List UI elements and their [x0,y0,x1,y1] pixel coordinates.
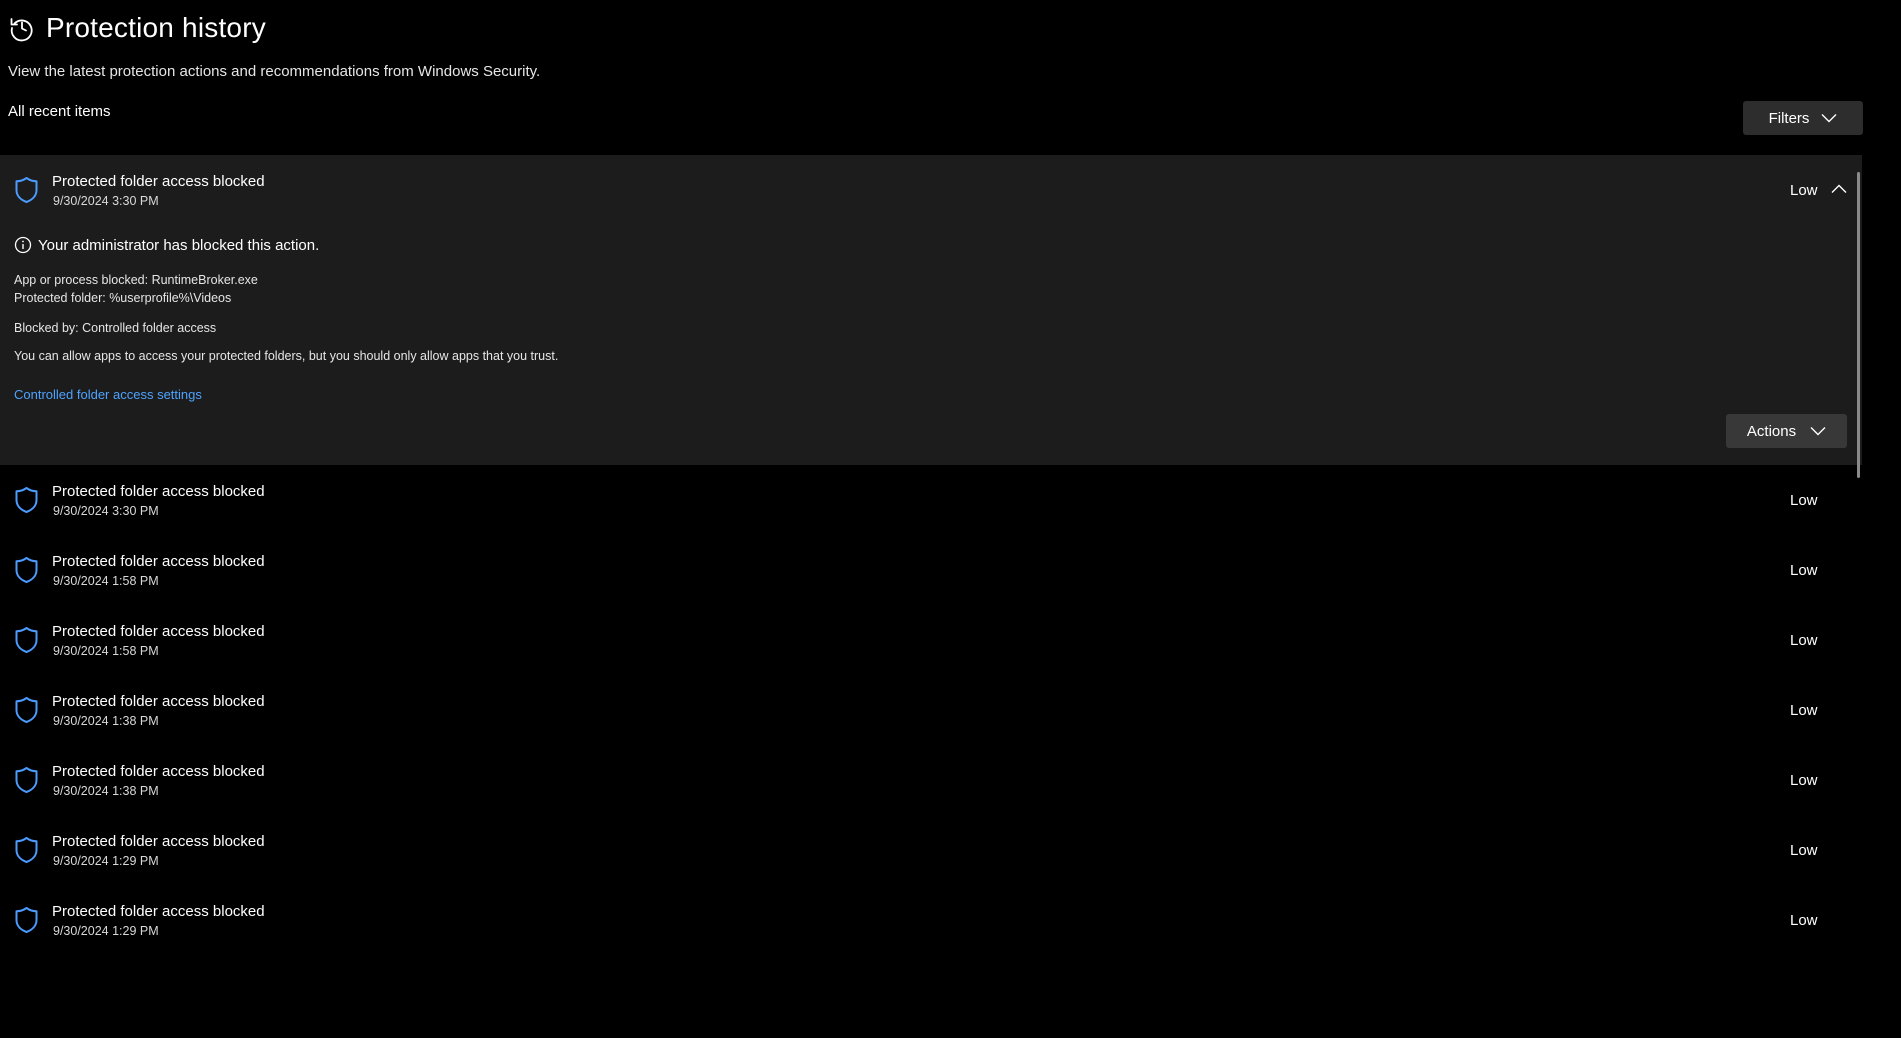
history-list: Protected folder access blocked 9/30/202… [0,155,1862,955]
history-item[interactable]: Protected folder access blocked 9/30/202… [0,535,1862,605]
item-date: 9/30/2024 1:38 PM [53,784,159,798]
app-blocked-line: App or process blocked: RuntimeBroker.ex… [14,273,258,287]
item-date: 9/30/2024 1:58 PM [53,574,159,588]
page-subtitle: View the latest protection actions and r… [8,63,541,80]
expanded-history-item: Protected folder access blocked 9/30/202… [0,155,1862,465]
shield-icon [15,557,38,583]
severity-label: Low [1790,912,1818,929]
section-label: All recent items [8,103,111,120]
item-date: 9/30/2024 1:29 PM [53,924,159,938]
severity-label: Low [1790,492,1818,509]
history-icon [10,18,33,42]
severity-label: Low [1790,182,1818,199]
severity-label: Low [1790,842,1818,859]
shield-icon [15,907,38,933]
item-date: 9/30/2024 3:30 PM [53,504,159,518]
item-date: 9/30/2024 1:29 PM [53,854,159,868]
shield-icon [15,837,38,863]
history-item[interactable]: Protected folder access blocked 9/30/202… [0,465,1862,535]
admin-notice-text: Your administrator has blocked this acti… [38,236,320,254]
item-title: Protected folder access blocked [52,623,265,640]
item-date: 9/30/2024 1:38 PM [53,714,159,728]
item-title: Protected folder access blocked [52,763,265,780]
page-title: Protection history [46,12,266,43]
blocked-by-line: Blocked by: Controlled folder access [14,321,217,335]
shield-icon [15,697,38,723]
filters-button[interactable]: Filters [1743,101,1863,135]
item-date: 9/30/2024 3:30 PM [53,194,159,208]
history-item[interactable]: Protected folder access blocked 9/30/202… [0,605,1862,675]
severity-label: Low [1790,702,1818,719]
chevron-down-icon [1821,114,1837,123]
shield-icon [15,177,38,203]
history-item[interactable]: Protected folder access blocked 9/30/202… [0,815,1862,885]
history-item[interactable]: Protected folder access blocked 9/30/202… [0,885,1862,955]
actions-button-label: Actions [1746,422,1797,440]
protected-folder-line: Protected folder: %userprofile%\Videos [14,291,232,305]
actions-button[interactable]: Actions [1726,414,1847,448]
history-item-header[interactable]: Protected folder access blocked 9/30/202… [0,155,1862,225]
item-title: Protected folder access blocked [52,833,265,850]
item-title: Protected folder access blocked [52,903,265,920]
history-item[interactable]: Protected folder access blocked 9/30/202… [0,675,1862,745]
item-title: Protected folder access blocked [52,693,265,710]
item-title: Protected folder access blocked [52,483,265,500]
filters-button-label: Filters [1768,109,1810,127]
advice-text: You can allow apps to access your protec… [14,349,559,363]
admin-notice: Your administrator has blocked this acti… [14,236,319,254]
severity-label: Low [1790,562,1818,579]
page-header: Protection history [8,12,266,44]
protection-history-page: Protection history View the latest prote… [0,0,1901,1038]
item-title: Protected folder access blocked [52,553,265,570]
info-icon [14,236,32,254]
chevron-down-icon [1810,427,1826,436]
item-title: Protected folder access blocked [52,173,265,190]
shield-icon [15,767,38,793]
severity-label: Low [1790,772,1818,789]
chevron-up-icon[interactable] [1831,184,1847,194]
severity-label: Low [1790,632,1818,649]
history-item[interactable]: Protected folder access blocked 9/30/202… [0,745,1862,815]
scrollbar[interactable] [1857,172,1860,478]
controlled-folder-access-settings-link[interactable]: Controlled folder access settings [14,387,202,402]
shield-icon [15,627,38,653]
shield-icon [15,487,38,513]
item-date: 9/30/2024 1:58 PM [53,644,159,658]
